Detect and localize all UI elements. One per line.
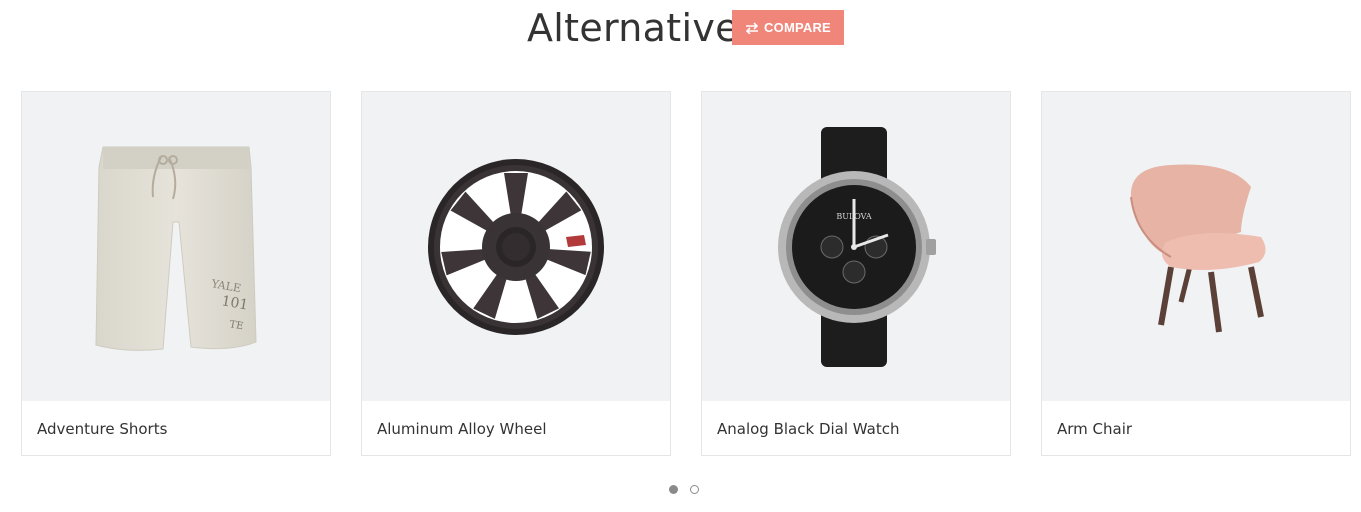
section-header: Alternative COMPARE xyxy=(0,0,1361,60)
compare-button[interactable]: COMPARE xyxy=(732,10,844,45)
product-card-adventure-shorts[interactable]: YALE 101 TE Adventure Shorts xyxy=(21,91,331,456)
compare-button-label: COMPARE xyxy=(764,20,831,35)
compare-arrows-icon xyxy=(745,21,759,34)
section-title: Alternative xyxy=(527,6,739,50)
product-name[interactable]: Arm Chair xyxy=(1057,420,1132,438)
product-card-analog-black-dial-watch[interactable]: BULOVA Analog Black Dial Watch xyxy=(701,91,1011,456)
pagination-dot-1[interactable] xyxy=(669,485,678,494)
product-name[interactable]: Aluminum Alloy Wheel xyxy=(377,420,547,438)
watch-brand: BULOVA xyxy=(836,212,872,221)
chair-image xyxy=(1130,163,1266,332)
shorts-image: YALE 101 TE xyxy=(95,146,257,351)
product-image-area[interactable]: BULOVA xyxy=(702,92,1010,401)
wheel-image xyxy=(428,158,604,335)
pagination-dot-2[interactable] xyxy=(690,485,699,494)
watch-image: BULOVA xyxy=(778,126,936,367)
carousel-pagination xyxy=(669,485,699,494)
product-image-area[interactable] xyxy=(362,92,670,401)
product-card-arm-chair[interactable]: Arm Chair xyxy=(1041,91,1351,456)
product-card-aluminum-alloy-wheel[interactable]: Aluminum Alloy Wheel xyxy=(361,91,671,456)
product-image-area[interactable] xyxy=(1042,92,1350,401)
product-name[interactable]: Adventure Shorts xyxy=(37,420,167,438)
product-name[interactable]: Analog Black Dial Watch xyxy=(717,420,900,438)
product-image-area[interactable]: YALE 101 TE xyxy=(22,92,330,401)
